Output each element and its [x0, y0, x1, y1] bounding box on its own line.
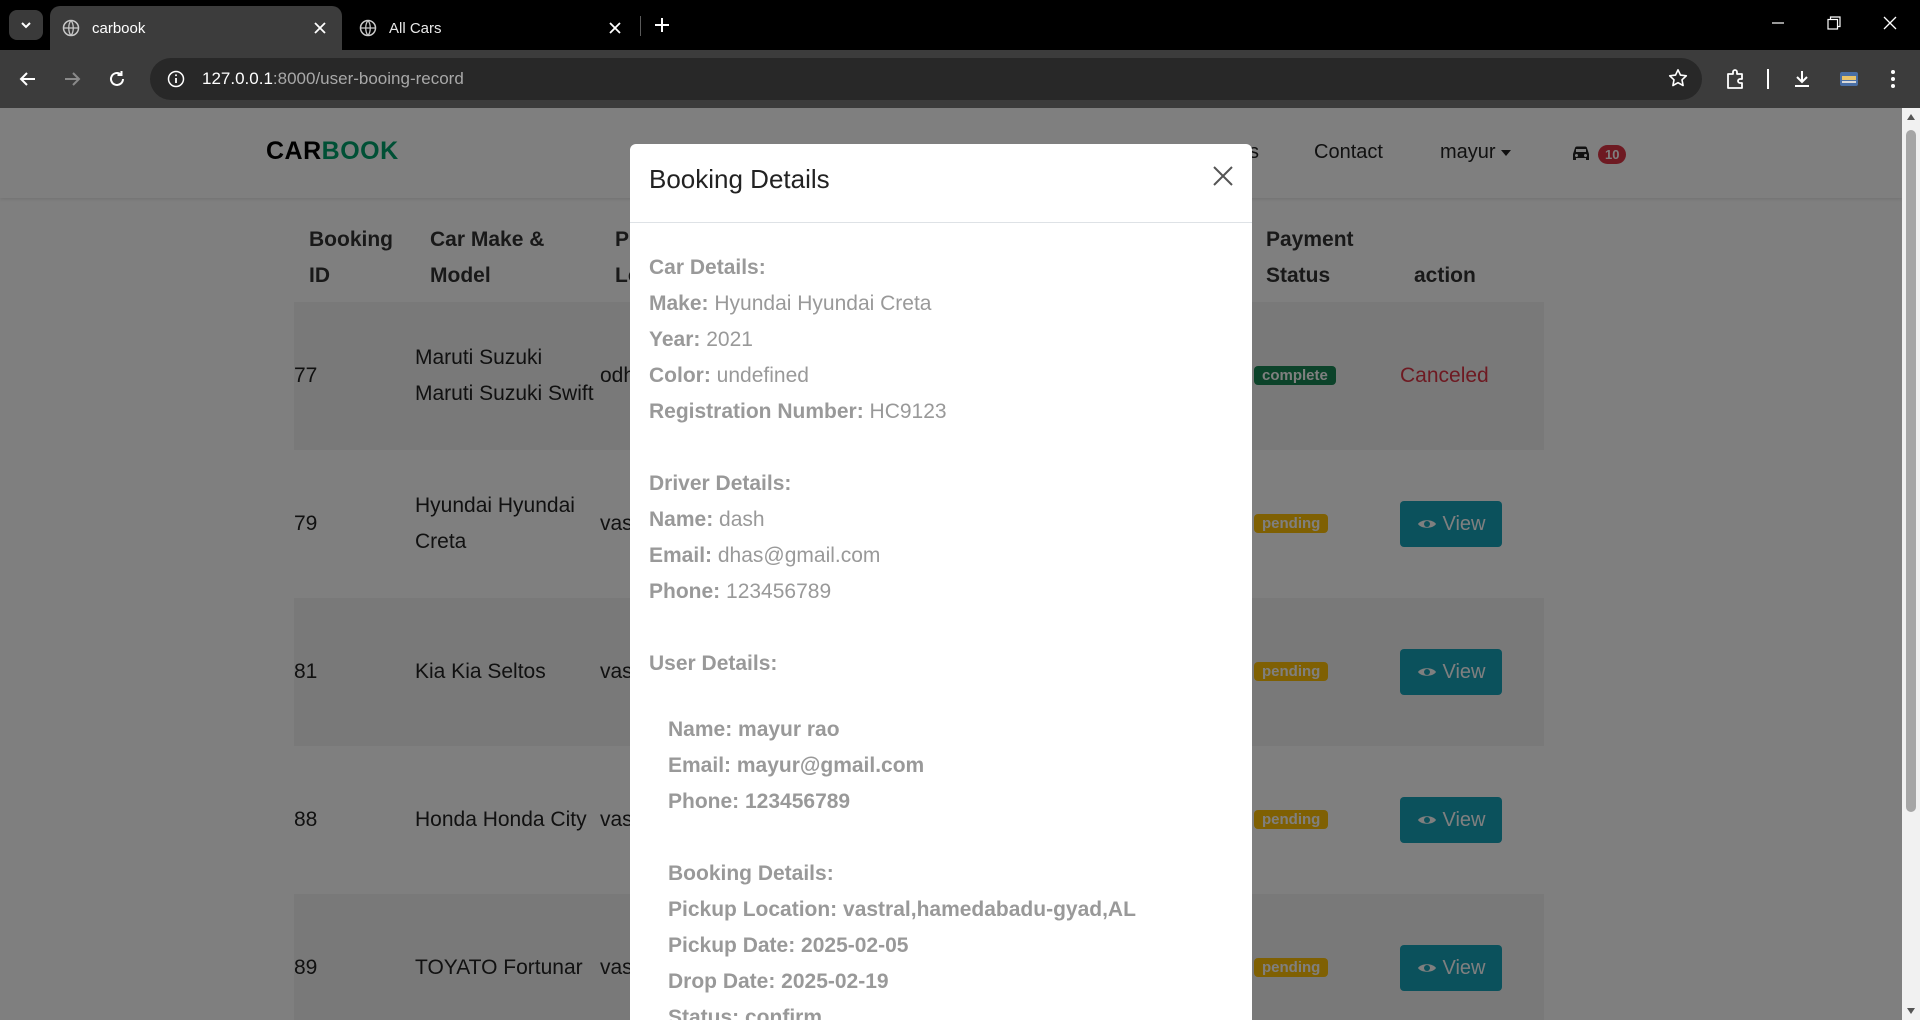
driver-name: Name: dash [649, 508, 765, 532]
tab-separator [640, 16, 641, 36]
forward-button[interactable] [56, 63, 88, 95]
field-text: Pickup Location: vastral,hamedabadu-gyad… [668, 898, 1136, 921]
user-phone: Phone: 123456789 [668, 790, 850, 814]
close-icon [1213, 166, 1233, 186]
booking-details-modal: Booking Details Car Details: Make: Hyund… [630, 144, 1252, 1020]
field-label: Make: [649, 292, 709, 315]
heading-text: User Details: [649, 652, 778, 675]
field-label: Color: [649, 364, 711, 387]
field-text: Name: mayur rao [668, 718, 840, 741]
restore-icon [1827, 16, 1841, 30]
profile-avatar-icon [1840, 72, 1858, 86]
car-color: Color: undefined [649, 364, 809, 388]
modal-header: Booking Details [630, 144, 1252, 223]
reload-button[interactable] [101, 63, 133, 95]
driver-phone: Phone: 123456789 [649, 580, 831, 604]
restore-button[interactable] [1806, 0, 1862, 46]
back-button[interactable] [12, 63, 44, 95]
field-text: Drop Date: 2025-02-19 [668, 970, 889, 993]
minimize-button[interactable] [1750, 0, 1806, 46]
car-year: Year: 2021 [649, 328, 753, 352]
minimize-icon [1772, 22, 1784, 24]
browser-tab-bar: carbook All Cars [0, 0, 1920, 50]
driver-details-heading: Driver Details: [649, 472, 791, 496]
field-value: dhas@gmail.com [717, 544, 881, 567]
new-tab-button[interactable] [648, 11, 676, 39]
field-label: Email: [649, 544, 713, 567]
close-icon[interactable] [605, 18, 625, 38]
pickup-date: Pickup Date: 2025-02-05 [668, 934, 908, 958]
car-details-heading: Car Details: [649, 256, 766, 280]
field-value: 123456789 [726, 580, 832, 603]
drop-date: Drop Date: 2025-02-19 [668, 970, 889, 994]
chevron-down-icon [21, 22, 31, 29]
pickup-location: Pickup Location: vastral,hamedabadu-gyad… [668, 898, 1136, 922]
page-viewport: CARBOOK s Contact mayur 10 BookingID Car… [0, 108, 1902, 1020]
browser-tab-carbook[interactable]: carbook [50, 6, 342, 50]
user-name: Name: mayur rao [668, 718, 840, 742]
user-email: Email: mayur@gmail.com [668, 754, 924, 778]
car-registration: Registration Number: HC9123 [649, 400, 947, 424]
scroll-up-arrow-icon[interactable] [1906, 112, 1916, 122]
field-label: Phone: [649, 580, 721, 603]
bookmark-star-icon[interactable] [1668, 68, 1688, 92]
tab-list-button[interactable] [9, 10, 43, 40]
field-text: Pickup Date: 2025-02-05 [668, 934, 909, 957]
field-value: 2021 [706, 328, 753, 351]
driver-email: Email: dhas@gmail.com [649, 544, 880, 568]
car-make: Make: Hyundai Hyundai Creta [649, 292, 932, 316]
globe-icon [359, 19, 377, 37]
download-icon [1795, 71, 1809, 87]
field-text: Status: confirm [668, 1006, 823, 1020]
field-label: Name: [649, 508, 714, 531]
field-value: dash [719, 508, 765, 531]
heading-text: Booking Details: [668, 862, 834, 885]
arrow-right-icon [65, 72, 81, 86]
menu-button[interactable] [1877, 63, 1909, 95]
scrollbar-thumb[interactable] [1906, 130, 1916, 812]
url-host: 127.0.0.1 [202, 69, 273, 88]
browser-tab-all-cars[interactable]: All Cars [347, 6, 637, 50]
site-info-icon[interactable] [156, 70, 196, 88]
scroll-down-arrow-icon[interactable] [1906, 1006, 1916, 1016]
browser-toolbar: 127.0.0.1:8000/user-booing-record [0, 50, 1920, 108]
field-value: HC9123 [869, 400, 947, 423]
field-text: Email: mayur@gmail.com [668, 754, 925, 777]
url-path: :8000/user-booing-record [272, 69, 464, 88]
booking-details-heading: Booking Details: [668, 862, 834, 886]
plus-icon [655, 18, 669, 32]
tab-title: All Cars [389, 19, 442, 37]
booking-status: Status: confirm [668, 1006, 822, 1020]
close-icon[interactable] [310, 18, 330, 38]
arrow-left-icon [19, 72, 35, 86]
close-icon [1883, 16, 1897, 30]
reload-icon [110, 71, 124, 86]
modal-title: Booking Details [649, 164, 830, 194]
tab-title: carbook [92, 19, 146, 37]
field-label: Year: [649, 328, 701, 351]
profile-button[interactable] [1833, 63, 1865, 95]
field-value: undefined [716, 364, 809, 387]
toolbar-divider [1767, 69, 1769, 89]
heading-text: Car Details: [649, 256, 766, 279]
user-details-heading: User Details: [649, 652, 777, 676]
kebab-menu-icon [1891, 70, 1895, 88]
url-text: 127.0.0.1:8000/user-booing-record [202, 69, 464, 89]
modal-close-button[interactable] [1208, 161, 1238, 191]
puzzle-icon [1727, 69, 1743, 89]
extensions-button[interactable] [1720, 63, 1752, 95]
field-text: Phone: 123456789 [668, 790, 851, 813]
close-window-button[interactable] [1862, 0, 1918, 46]
heading-text: Driver Details: [649, 472, 792, 495]
globe-icon [62, 19, 80, 37]
field-label: Registration Number: [649, 400, 864, 423]
page-scrollbar[interactable] [1902, 108, 1920, 1020]
address-bar[interactable]: 127.0.0.1:8000/user-booing-record [150, 58, 1702, 100]
field-value: Hyundai Hyundai Creta [714, 292, 932, 315]
downloads-button[interactable] [1786, 63, 1818, 95]
